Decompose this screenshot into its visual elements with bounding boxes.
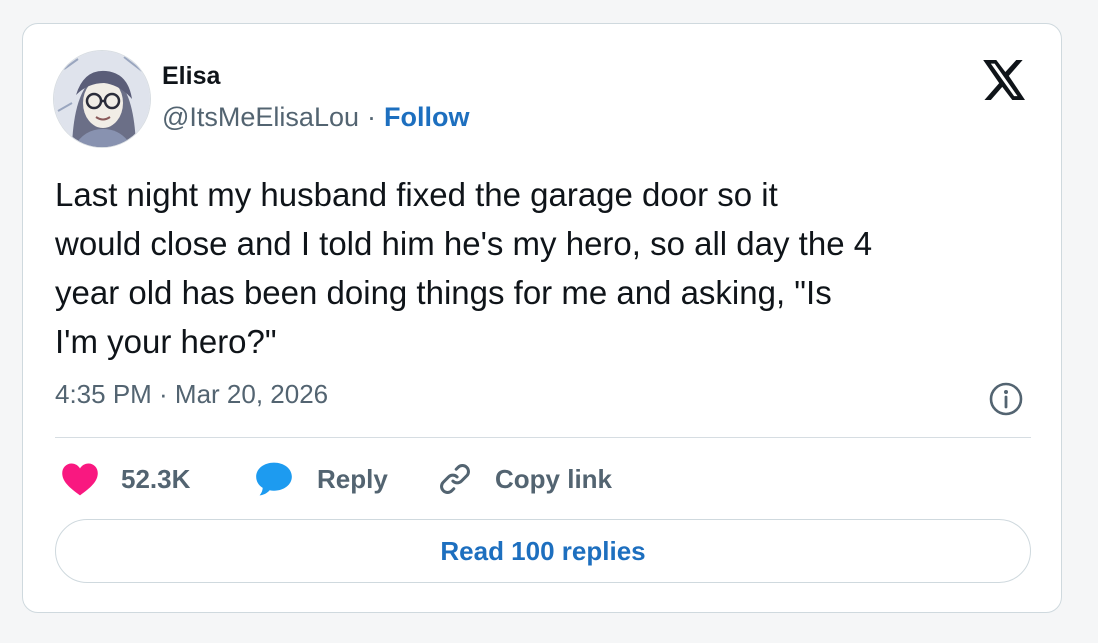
heart-icon: [61, 462, 99, 496]
like-count: 52.3K: [121, 463, 191, 494]
read-replies-button[interactable]: Read 100 replies: [55, 519, 1031, 583]
tweet-timestamp[interactable]: 4:35 PM · Mar 20, 2026: [55, 379, 328, 410]
info-icon[interactable]: [988, 381, 1024, 417]
copy-link-button[interactable]: Copy link: [437, 459, 612, 499]
reply-button[interactable]: Reply: [255, 459, 388, 499]
link-icon: [437, 461, 473, 497]
separator-dot: ·: [367, 102, 376, 132]
tweet-text: Last night my husband fixed the garage d…: [55, 176, 873, 360]
x-logo-icon[interactable]: [983, 60, 1027, 100]
copy-link-label: Copy link: [495, 463, 613, 494]
like-button[interactable]: 52.3K: [61, 459, 190, 499]
reply-label: Reply: [317, 463, 388, 494]
author-handle-row: @ItsMeElisaLou · Follow: [162, 102, 469, 133]
avatar-illustration: [54, 51, 150, 147]
tweet-card: Elisa @ItsMeElisaLou · Follow Last night m…: [22, 23, 1062, 613]
author-name[interactable]: Elisa: [162, 62, 220, 91]
speech-bubble-icon: [255, 461, 293, 497]
author-handle[interactable]: @ItsMeElisaLou: [162, 102, 359, 132]
divider: [55, 437, 1031, 438]
follow-button[interactable]: Follow: [384, 102, 469, 132]
avatar[interactable]: [53, 50, 151, 148]
